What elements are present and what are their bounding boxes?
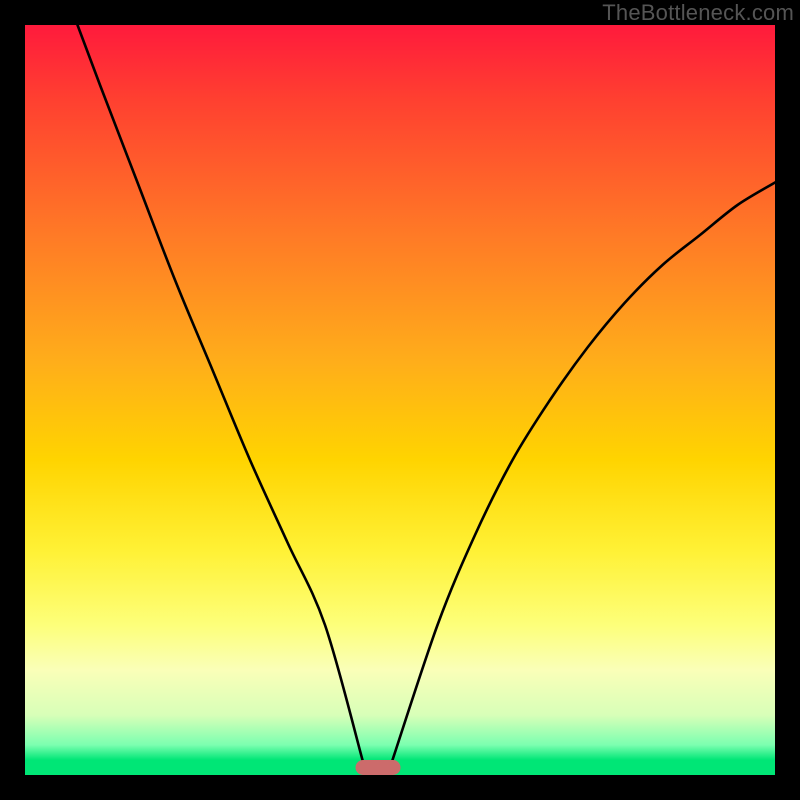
curve-path [78, 25, 776, 760]
bottleneck-curve [25, 25, 775, 775]
watermark-text: TheBottleneck.com [602, 0, 794, 26]
bottleneck-marker [355, 760, 400, 775]
chart-frame: TheBottleneck.com [0, 0, 800, 800]
plot-area [25, 25, 775, 775]
